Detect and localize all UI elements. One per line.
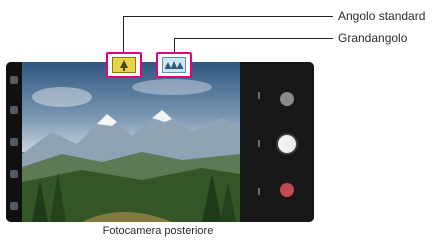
timer-icon[interactable] xyxy=(10,106,18,114)
gallery-thumbnail[interactable] xyxy=(280,92,294,106)
flash-icon[interactable] xyxy=(10,76,18,84)
wide-callout-horizontal xyxy=(174,38,333,39)
switch-camera-icon[interactable] xyxy=(10,202,18,210)
wide-angle-label: Grandangolo xyxy=(338,31,408,45)
divider xyxy=(258,92,260,99)
standard-angle-button[interactable] xyxy=(106,52,142,78)
wide-angle-button[interactable] xyxy=(156,52,192,78)
tree-icon xyxy=(112,57,136,73)
divider xyxy=(258,140,260,147)
standard-angle-label: Angolo standard xyxy=(338,9,426,23)
divider xyxy=(258,188,260,195)
settings-icon[interactable] xyxy=(10,138,18,146)
figure-caption: Fotocamera posteriore xyxy=(102,225,214,237)
record-button[interactable] xyxy=(280,183,294,197)
camera-left-toolbar xyxy=(6,62,22,222)
standard-callout-horizontal xyxy=(123,16,333,17)
trees-icon xyxy=(162,57,186,73)
camera-control-panel xyxy=(240,62,314,222)
standard-callout-vertical xyxy=(123,16,124,52)
wide-callout-vertical xyxy=(174,38,175,52)
phone-screen xyxy=(6,62,314,222)
landscape-preview xyxy=(22,62,240,222)
mode-icon[interactable] xyxy=(10,170,18,178)
shutter-button[interactable] xyxy=(278,135,296,153)
camera-viewfinder[interactable] xyxy=(22,62,240,222)
